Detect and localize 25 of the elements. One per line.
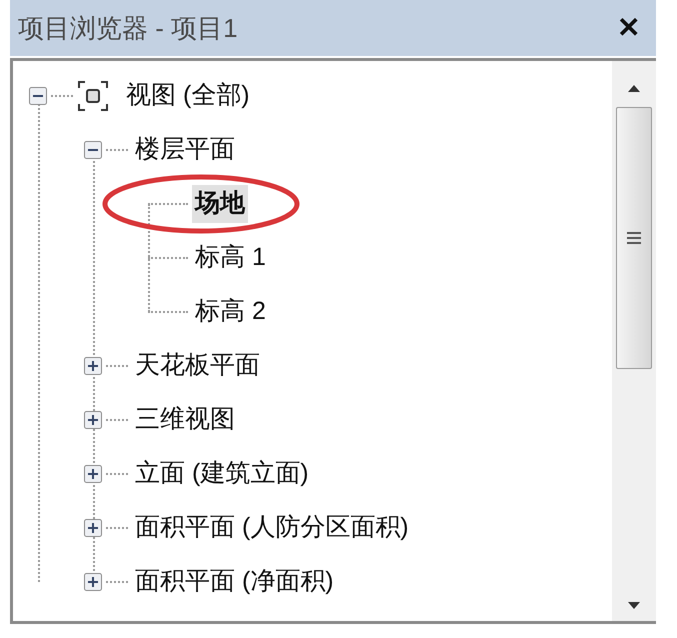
scroll-thumb[interactable]	[616, 107, 652, 369]
tree-item[interactable]: 标高 2	[192, 293, 269, 331]
expand-icon[interactable]	[84, 357, 102, 375]
view-frame-icon	[77, 80, 109, 112]
collapse-icon[interactable]	[29, 87, 47, 105]
tree-item[interactable]: 面积平面 (人防分区面积)	[132, 509, 412, 547]
expand-icon[interactable]	[84, 465, 102, 483]
close-button[interactable]: ✕	[609, 7, 648, 49]
tree-item[interactable]: 视图 (全部)	[123, 77, 253, 115]
collapse-icon[interactable]	[84, 141, 102, 159]
window-title: 项目浏览器 - 项目1	[18, 12, 238, 44]
scrollbar[interactable]	[612, 61, 656, 621]
tree-item[interactable]: 面积平面 (净面积)	[132, 563, 337, 601]
scroll-down-icon[interactable]	[626, 601, 642, 611]
tree-item[interactable]: 天花板平面	[132, 347, 263, 385]
expand-icon[interactable]	[84, 519, 102, 537]
tree-item[interactable]: 立面 (建筑立面)	[132, 455, 312, 493]
tree-item[interactable]: 场地	[192, 185, 248, 223]
tree-item[interactable]: 楼层平面	[132, 131, 238, 169]
tree-item[interactable]: 标高 1	[192, 239, 269, 277]
expand-icon[interactable]	[84, 573, 102, 591]
scroll-up-icon[interactable]	[626, 83, 642, 93]
expand-icon[interactable]	[84, 411, 102, 429]
tree-item[interactable]: 三维视图	[132, 401, 238, 439]
grip-icon	[626, 231, 642, 245]
